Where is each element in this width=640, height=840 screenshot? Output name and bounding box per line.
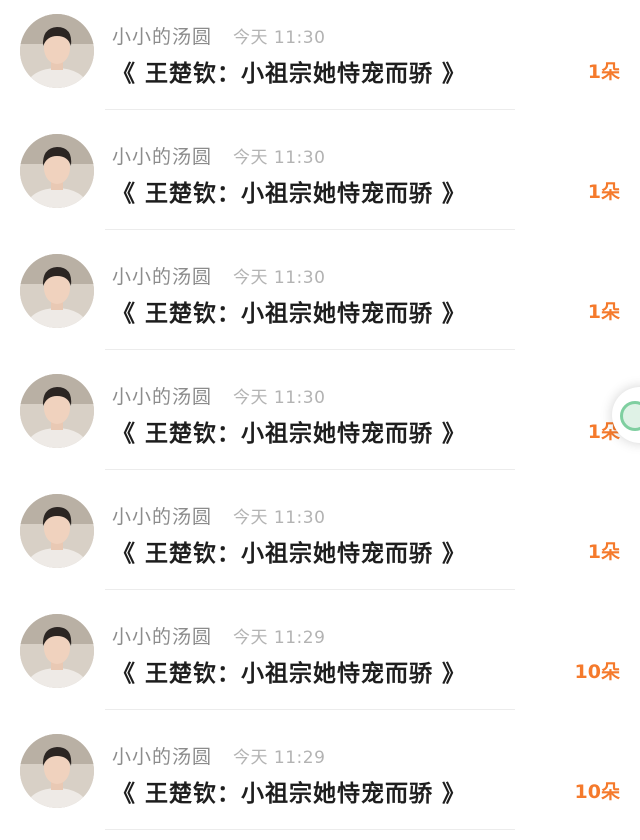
divider bbox=[105, 469, 515, 470]
message-row[interactable]: 小小的汤圆 今天 11:30 《 王楚钦：小祖宗她恃宠而骄 》 1朵 bbox=[0, 240, 640, 360]
divider bbox=[105, 709, 515, 710]
message-text: 《 王楚钦：小祖宗她恃宠而骄 》 bbox=[112, 781, 467, 807]
avatar[interactable] bbox=[20, 494, 94, 568]
username: 小小的汤圆 bbox=[112, 266, 213, 288]
message-row[interactable]: 小小的汤圆 今天 11:30 《 王楚钦：小祖宗她恃宠而骄 》 1朵 bbox=[0, 480, 640, 600]
message-text: 《 王楚钦：小祖宗她恃宠而骄 》 bbox=[112, 301, 467, 327]
avatar[interactable] bbox=[20, 614, 94, 688]
divider bbox=[105, 109, 515, 110]
floating-widget-icon bbox=[620, 401, 640, 431]
username: 小小的汤圆 bbox=[112, 746, 213, 768]
gift-count: 1朵 bbox=[587, 181, 620, 203]
timestamp: 今天 11:29 bbox=[233, 748, 326, 768]
username: 小小的汤圆 bbox=[112, 626, 213, 648]
timestamp: 今天 11:30 bbox=[233, 28, 326, 48]
message-row[interactable]: 小小的汤圆 今天 11:29 《 王楚钦：小祖宗她恃宠而骄 》 10朵 bbox=[0, 720, 640, 840]
message-text: 《 王楚钦：小祖宗她恃宠而骄 》 bbox=[112, 661, 467, 687]
avatar[interactable] bbox=[20, 374, 94, 448]
message-text: 《 王楚钦：小祖宗她恃宠而骄 》 bbox=[112, 421, 467, 447]
gift-count: 1朵 bbox=[587, 301, 620, 323]
username: 小小的汤圆 bbox=[112, 386, 213, 408]
gift-count: 1朵 bbox=[587, 541, 620, 563]
divider bbox=[105, 229, 515, 230]
message-row[interactable]: 小小的汤圆 今天 11:29 《 王楚钦：小祖宗她恃宠而骄 》 10朵 bbox=[0, 600, 640, 720]
timestamp: 今天 11:30 bbox=[233, 508, 326, 528]
message-row[interactable]: 小小的汤圆 今天 11:30 《 王楚钦：小祖宗她恃宠而骄 》 1朵 bbox=[0, 120, 640, 240]
message-text: 《 王楚钦：小祖宗她恃宠而骄 》 bbox=[112, 541, 467, 567]
avatar[interactable] bbox=[20, 14, 94, 88]
message-text: 《 王楚钦：小祖宗她恃宠而骄 》 bbox=[112, 181, 467, 207]
message-row[interactable]: 小小的汤圆 今天 11:30 《 王楚钦：小祖宗她恃宠而骄 》 1朵 bbox=[0, 360, 640, 480]
timestamp: 今天 11:30 bbox=[233, 388, 326, 408]
timestamp: 今天 11:30 bbox=[233, 268, 326, 288]
username: 小小的汤圆 bbox=[112, 146, 213, 168]
gift-count: 1朵 bbox=[587, 61, 620, 83]
timestamp: 今天 11:30 bbox=[233, 148, 326, 168]
message-text: 《 王楚钦：小祖宗她恃宠而骄 》 bbox=[112, 61, 467, 87]
gift-count: 10朵 bbox=[574, 781, 620, 803]
timestamp: 今天 11:29 bbox=[233, 628, 326, 648]
avatar[interactable] bbox=[20, 254, 94, 328]
avatar[interactable] bbox=[20, 734, 94, 808]
username: 小小的汤圆 bbox=[112, 26, 213, 48]
username: 小小的汤圆 bbox=[112, 506, 213, 528]
divider bbox=[105, 349, 515, 350]
message-row[interactable]: 小小的汤圆 今天 11:30 《 王楚钦：小祖宗她恃宠而骄 》 1朵 bbox=[0, 0, 640, 120]
gift-count: 10朵 bbox=[574, 661, 620, 683]
divider bbox=[105, 829, 515, 830]
message-list: 小小的汤圆 今天 11:30 《 王楚钦：小祖宗她恃宠而骄 》 1朵 小小的汤圆… bbox=[0, 0, 640, 840]
divider bbox=[105, 589, 515, 590]
avatar[interactable] bbox=[20, 134, 94, 208]
